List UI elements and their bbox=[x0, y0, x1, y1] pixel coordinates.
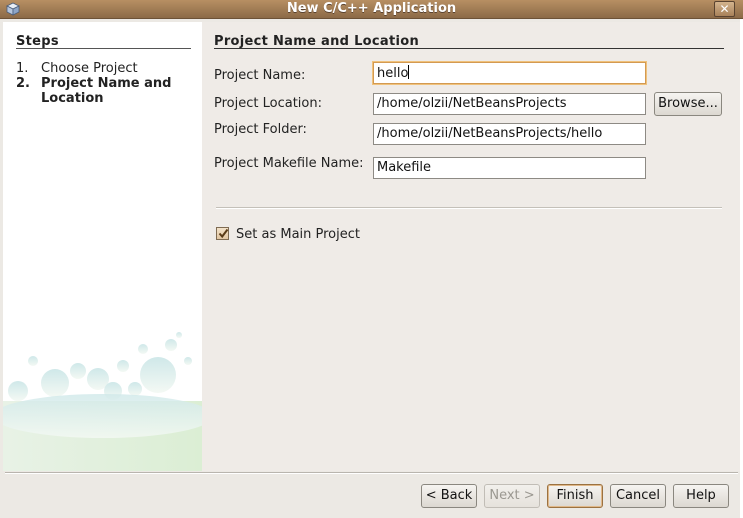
project-folder-label: Project Folder: bbox=[214, 122, 307, 137]
project-name-input[interactable]: hello bbox=[373, 62, 646, 84]
button-bar-divider bbox=[5, 472, 738, 474]
wizard-button-bar: < Back Next > Finish Cancel Help bbox=[0, 471, 740, 518]
text-caret bbox=[408, 65, 410, 79]
back-button[interactable]: < Back bbox=[421, 484, 477, 508]
project-folder-input[interactable]: /home/olzii/NetBeansProjects/hello bbox=[373, 123, 646, 145]
steps-divider bbox=[16, 48, 191, 49]
step-number: 1. bbox=[16, 61, 29, 76]
makefile-name-label: Project Makefile Name: bbox=[214, 156, 364, 171]
cancel-button[interactable]: Cancel bbox=[610, 484, 666, 508]
checkmark-icon bbox=[218, 228, 229, 239]
project-settings-panel: Project Name and Location Project Name: … bbox=[202, 22, 740, 471]
next-button[interactable]: Next > bbox=[484, 484, 540, 508]
steps-heading: Steps bbox=[16, 34, 59, 49]
close-icon[interactable]: ✕ bbox=[714, 1, 735, 17]
window-title: New C/C++ Application bbox=[286, 1, 457, 16]
makefile-name-input[interactable]: Makefile bbox=[373, 157, 646, 179]
project-location-label: Project Location: bbox=[214, 96, 322, 111]
project-name-value: hello bbox=[377, 66, 409, 81]
browse-button[interactable]: Browse... bbox=[654, 92, 722, 116]
finish-button[interactable]: Finish bbox=[547, 484, 603, 508]
help-button[interactable]: Help bbox=[673, 484, 729, 508]
project-location-input[interactable]: /home/olzii/NetBeansProjects bbox=[373, 93, 646, 115]
decorative-bubbles bbox=[3, 332, 202, 471]
main-project-checkbox[interactable] bbox=[216, 227, 229, 240]
step-label: Project Name and Location bbox=[41, 76, 172, 106]
form-separator bbox=[216, 207, 722, 209]
section-title: Project Name and Location bbox=[214, 34, 420, 49]
main-project-label[interactable]: Set as Main Project bbox=[236, 227, 360, 242]
step-label: Choose Project bbox=[41, 61, 138, 76]
project-name-label: Project Name: bbox=[214, 68, 306, 83]
step-number: 2. bbox=[16, 76, 30, 91]
window-titlebar[interactable]: New C/C++ Application ✕ bbox=[0, 0, 743, 19]
steps-panel: Steps 1. Choose Project 2. Project Name … bbox=[3, 22, 202, 471]
section-divider bbox=[214, 48, 724, 49]
